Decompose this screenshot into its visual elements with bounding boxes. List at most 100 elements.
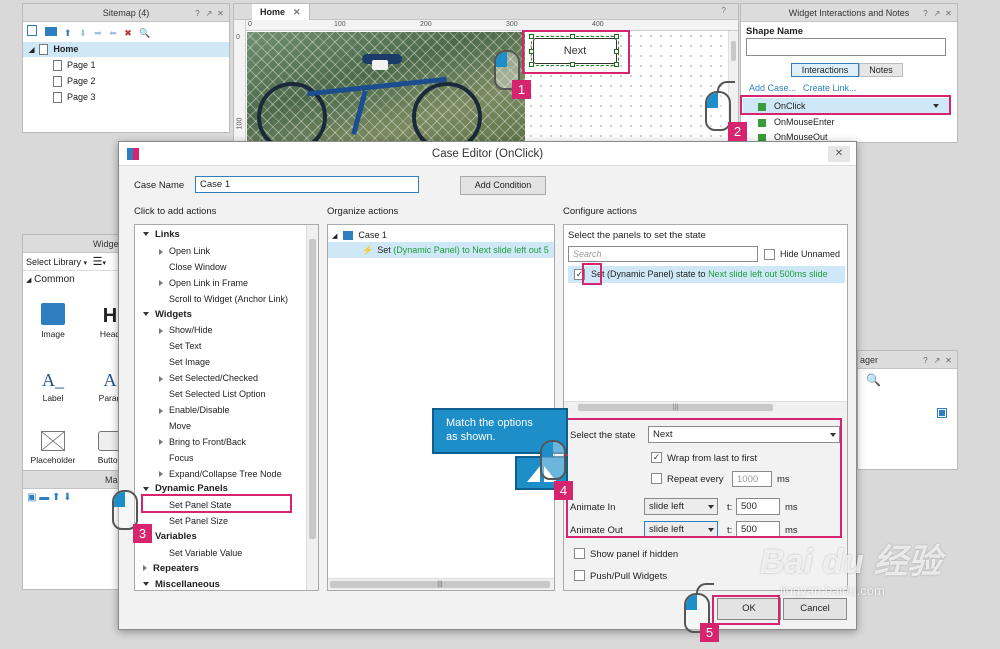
move-down-icon[interactable]: ⬇ [79,28,87,38]
case-node[interactable]: ◢ Case 1 [332,228,387,242]
help-icon[interactable]: ? [722,6,726,15]
move-up-icon[interactable]: ⬆ [64,28,72,38]
action-item[interactable]: Open Link [135,243,210,259]
action-node[interactable]: ⚡ Set (Dynamic Panel) to Next slide left … [328,242,554,258]
action-item[interactable]: Scroll to Widget (Anchor Link) [135,291,288,307]
outdent-icon[interactable]: ⬅ [109,28,117,38]
push-pull-checkbox[interactable] [574,570,585,581]
show-panel-checkbox[interactable] [574,548,585,559]
chevron-down-icon [143,232,149,237]
col2-header: Organize actions [327,206,399,217]
action-category[interactable]: Miscellaneous [135,577,220,590]
close-icon[interactable]: ✕ [944,356,953,365]
action-item[interactable]: Set Variable Value [135,545,242,561]
panel-row[interactable]: Set (Dynamic Panel) state to Next slide … [568,266,845,283]
popout-icon[interactable]: ↗ [204,9,213,18]
add-master-icon[interactable]: ▣ [27,492,36,503]
add-page-icon[interactable] [27,25,37,36]
popout-icon[interactable]: ↗ [932,356,941,365]
select-panels-label: Select the panels to set the state [568,230,706,241]
action-item[interactable]: Show/Hide [135,322,213,338]
common-section[interactable]: ◢ Common [23,271,127,289]
tab-notes[interactable]: Notes [859,63,903,77]
help-icon[interactable]: ? [921,356,930,365]
select-library[interactable]: Select Library ▾ ☰▾ [23,253,127,271]
image-icon [41,303,65,325]
chevron-right-icon [159,248,163,255]
sitemap-page-1[interactable]: Page 1 [53,58,96,73]
canvas-area: Home ✕ ? 0 100 200 300 400 0 100 Next [233,3,739,143]
close-icon[interactable]: ✕ [216,9,225,18]
bicycle-image[interactable] [247,32,525,142]
event-onmouseenter[interactable]: OnMouseEnter [743,115,835,129]
action-category[interactable]: Links [135,227,180,243]
widgets-panel: Widget Select Library ▾ ☰▾ ◢ Common Imag… [22,234,128,474]
ruler-left: 0 100 [234,20,246,142]
indent-icon[interactable]: ➡ [94,28,102,38]
sitemap-page-3[interactable]: Page 3 [53,90,96,105]
chevron-down-icon [143,311,149,316]
action-item[interactable]: Expand/Collapse Tree Node [135,466,282,482]
action-item[interactable]: Set Selected/Checked [135,370,258,386]
filter-icon[interactable] [937,408,947,418]
add-case-link[interactable]: Add Case... [749,83,796,93]
chevron-right-icon [159,407,163,414]
widget-placeholder[interactable]: Placeholder [28,431,78,465]
shape-name-input[interactable] [746,38,946,56]
sitemap-home[interactable]: ◢ Home [23,42,229,57]
menu-icon[interactable]: ☰ [93,256,103,268]
action-item[interactable]: Enable/Disable [135,402,230,418]
search-input[interactable]: Search [568,246,758,262]
close-dialog-icon[interactable]: ✕ [828,146,850,162]
delete-page-icon[interactable]: ✖ [124,28,132,38]
callout-5: 5 [700,623,719,642]
widget-image[interactable]: Image [28,303,78,339]
hide-unnamed-checkbox[interactable] [764,249,775,260]
panel-list-scrollbar[interactable]: ||| [564,401,847,413]
ruler-top: 0 100 200 300 400 [246,20,738,31]
add-folder-icon[interactable] [44,27,57,36]
add-condition-button[interactable]: Add Condition [460,176,546,195]
add-folder-icon[interactable]: ▬ [39,492,49,503]
chevron-right-icon [159,471,163,478]
widget-label[interactable]: A_ Label [28,367,78,403]
search-icon[interactable]: 🔍 [866,373,881,387]
action-item[interactable]: Close Window [135,259,227,275]
organize-scrollbar[interactable]: ||| [328,578,554,590]
action-item[interactable]: Focus [135,450,194,466]
close-tab-icon[interactable]: ✕ [293,7,301,17]
col1-header: Click to add actions [134,206,217,217]
collapse-icon[interactable]: ◢ [29,47,34,54]
action-category[interactable]: Widgets [135,307,192,323]
close-icon[interactable]: ✕ [944,9,953,18]
case-name-input[interactable]: Case 1 [195,176,419,193]
tab-home[interactable]: Home ✕ [252,4,310,20]
action-category[interactable]: Repeaters [135,561,199,577]
move-up-icon[interactable]: ⬆ [52,492,60,503]
action-item[interactable]: Open Link in Frame [135,275,248,291]
search-icon[interactable]: 🔍 [139,28,150,38]
chevron-right-icon [159,375,163,382]
actions-scrollbar[interactable] [306,225,318,590]
callout-3: 3 [133,524,152,543]
move-down-icon[interactable]: ⬇ [63,492,71,503]
action-item[interactable]: Bring to Front/Back [135,434,246,450]
masters-title-bar: Mas [23,471,127,489]
popout-icon[interactable]: ↗ [932,9,941,18]
action-item[interactable]: Set Image [135,354,210,370]
action-item[interactable]: Set Text [135,338,201,354]
sitemap-page-2[interactable]: Page 2 [53,74,96,89]
outline-manager-panel: ager ? ↗ ✕ 🔍 [857,350,958,470]
case-name-label: Case Name [134,180,185,191]
tab-interactions[interactable]: Interactions [791,63,859,77]
action-item[interactable]: Move [135,418,191,434]
chevron-right-icon [159,280,163,287]
push-pull-label: Push/Pull Widgets [590,571,668,582]
action-item[interactable]: Set Selected List Option [135,386,266,402]
manager-title-bar: ager ? ↗ ✕ [858,351,957,369]
help-icon[interactable]: ? [193,9,202,18]
interactions-panel: Widget Interactions and Notes ? ↗ ✕ Shap… [740,3,958,143]
create-link-link[interactable]: Create Link... [803,83,857,93]
show-panel-label: Show panel if hidden [590,549,679,560]
help-icon[interactable]: ? [921,9,930,18]
